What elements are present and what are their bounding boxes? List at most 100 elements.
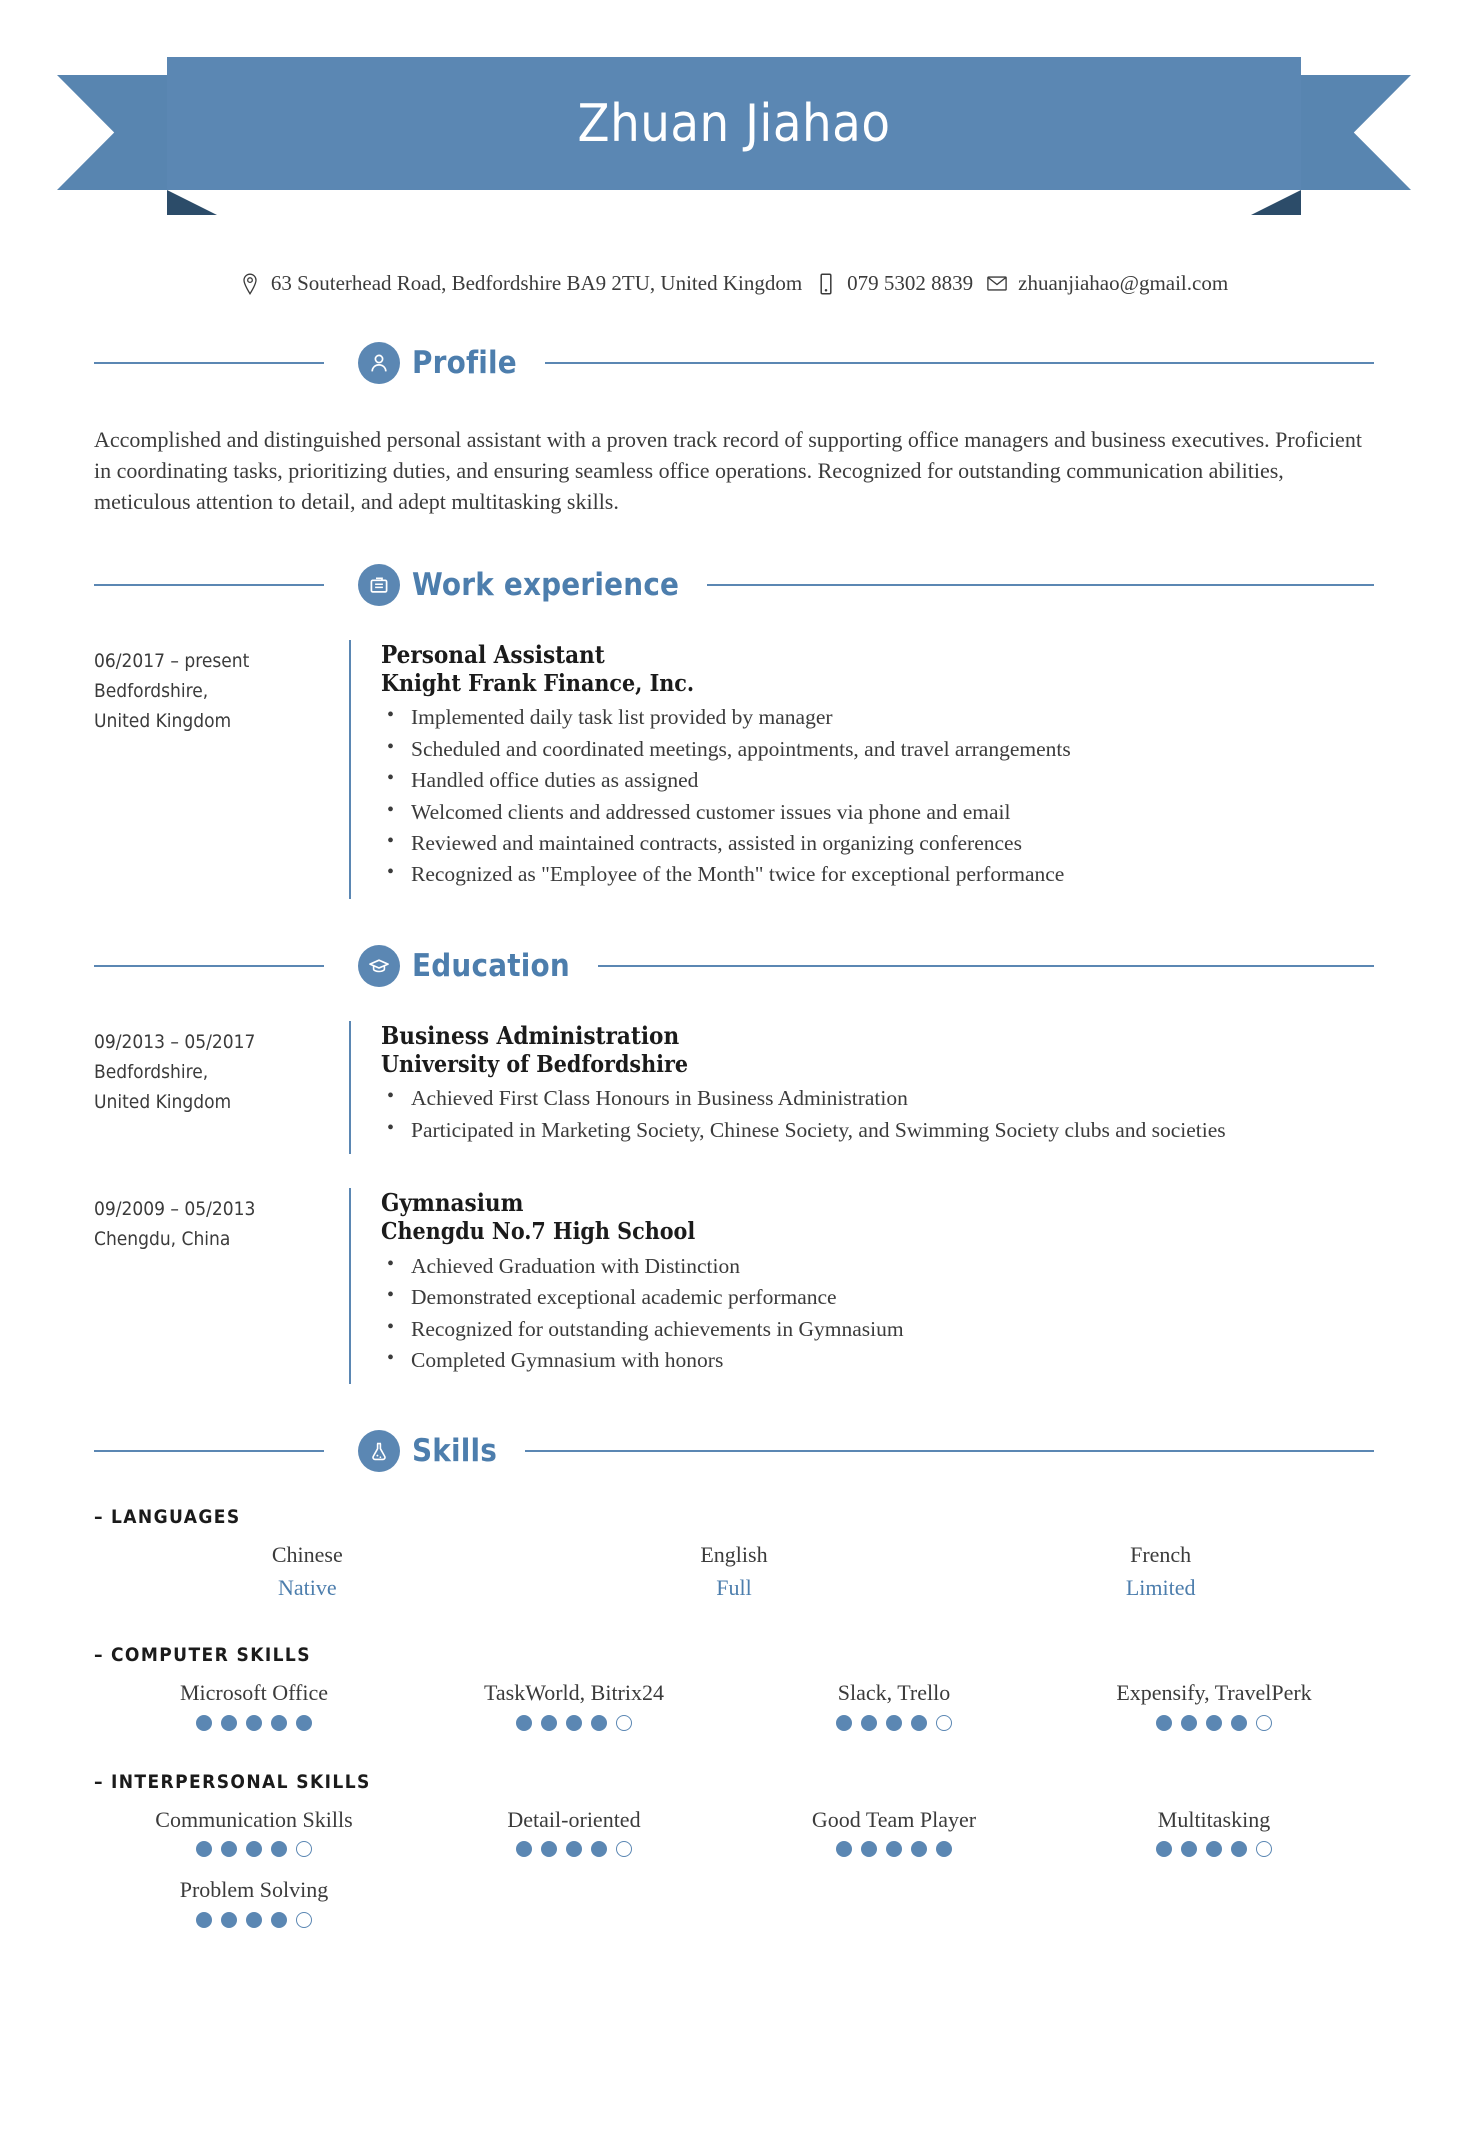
section-title-work-experience: Work experience [412, 566, 680, 603]
rating-dot-filled [1156, 1841, 1172, 1858]
rating-dot-filled [1181, 1841, 1197, 1858]
dash-glyph: – [94, 1770, 104, 1793]
education-entry-bullets: Achieved Graduation with Distinction Dem… [381, 1250, 1374, 1377]
interpersonal-skill-name: Problem Solving [179, 1877, 329, 1903]
work-entry-role: Personal Assistant [381, 639, 605, 669]
rating-dot-filled [196, 1841, 212, 1858]
rating-dot-filled [516, 1841, 532, 1858]
bullet-item: Scheduled and coordinated meetings, appo… [381, 733, 1374, 765]
location-pin-icon [240, 272, 260, 296]
bullet-item: Achieved Graduation with Distinction [381, 1250, 1374, 1282]
rating-dot-filled [196, 1714, 212, 1731]
work-entry-bullets: Implemented daily task list provided by … [381, 701, 1374, 890]
skills-subheading-interpersonal-skills: – INTERPERSONAL SKILLS [94, 1771, 1374, 1793]
skills-subheading-label: INTERPERSONAL SKILLS [110, 1770, 371, 1793]
education-entry: 09/2013 – 05/2017 Bedfordshire, United K… [94, 1020, 1374, 1155]
rating-dot-filled [836, 1841, 852, 1858]
computer-skill-name: TaskWorld, Bitrix24 [483, 1680, 664, 1706]
rating-dot-empty [1256, 1714, 1272, 1731]
bullet-item: Achieved First Class Honours in Business… [381, 1082, 1374, 1114]
briefcase-icon [358, 563, 400, 606]
section-header-profile: Profile [94, 342, 1374, 384]
rating-dot-filled [886, 1841, 902, 1858]
rating-dot-filled [1231, 1841, 1247, 1858]
bullet-item: Recognized for outstanding achievements … [381, 1313, 1374, 1345]
education-entry-meta: 09/2013 – 05/2017 Bedfordshire, United K… [94, 1021, 349, 1155]
rating-dots [1060, 1841, 1368, 1858]
rating-dot-filled [591, 1841, 607, 1858]
ribbon-tail-right [1301, 75, 1411, 190]
computer-skill-item: Slack, Trello [734, 1674, 1054, 1745]
envelope-icon [987, 272, 1007, 296]
rating-dot-filled [1206, 1841, 1222, 1858]
bullet-item: Handled office duties as assigned [381, 764, 1374, 796]
person-icon [358, 342, 400, 384]
rating-dots [740, 1841, 1048, 1858]
contact-address: 63 Souterhead Road, Bedfordshire BA9 2TU… [240, 271, 802, 296]
section-rule-left [94, 964, 324, 967]
education-entry: 09/2009 – 05/2013 Chengdu, China Gymnasi… [94, 1188, 1374, 1385]
bullet-item: Welcomed clients and addressed customer … [381, 796, 1374, 828]
section-rule-right [525, 1450, 1374, 1453]
header-ribbon: Zhuan Jiahao [0, 57, 1468, 257]
education-entry-body: Business Administration University of Be… [349, 1020, 1374, 1155]
interpersonal-skill-item: Detail-oriented [414, 1801, 734, 1872]
interpersonal-skill-item: Problem Solving [94, 1871, 414, 1942]
rating-dot-filled [836, 1714, 852, 1731]
bullet-item: Reviewed and maintained contracts, assis… [381, 827, 1374, 859]
language-item: French Limited [947, 1536, 1374, 1618]
address-text: 63 Souterhead Road, Bedfordshire BA9 2TU… [270, 271, 803, 295]
skills-subheading-computer-skills: – COMPUTER SKILLS [94, 1644, 1374, 1666]
skills-subheading-languages: – LANGUAGES [94, 1506, 1374, 1528]
skills-section: – LANGUAGES Chinese Native English Full F… [94, 1506, 1374, 1942]
rating-dot-filled [886, 1714, 902, 1731]
language-level: Limited [1125, 1575, 1196, 1601]
education-entry-location-line2: United Kingdom [94, 1090, 232, 1113]
education-entry-location-line1: Chengdu, China [94, 1228, 231, 1251]
ribbon-tail-left [57, 75, 167, 190]
computer-skill-item: Microsoft Office [94, 1674, 414, 1745]
education-entry-meta: 09/2009 – 05/2013 Chengdu, China [94, 1188, 349, 1384]
section-header-education: Education [94, 944, 1374, 987]
education-section: 09/2013 – 05/2017 Bedfordshire, United K… [94, 1020, 1374, 1385]
rating-dot-filled [861, 1714, 877, 1731]
language-level: Full [716, 1575, 752, 1601]
skills-subheading-label: COMPUTER SKILLS [110, 1644, 311, 1667]
bullet-item: Implemented daily task list provided by … [381, 701, 1374, 733]
rating-dot-filled [221, 1714, 237, 1731]
rating-dot-empty [1256, 1841, 1272, 1858]
profile-section: Accomplished and distinguished personal … [94, 424, 1374, 518]
profile-text: Accomplished and distinguished personal … [94, 427, 1362, 515]
interpersonal-skill-name: Detail-oriented [507, 1806, 641, 1832]
rating-dot-filled [221, 1841, 237, 1858]
ribbon-banner: Zhuan Jiahao [167, 57, 1301, 190]
rating-dot-filled [541, 1841, 557, 1858]
work-entry-body: Personal Assistant Knight Frank Finance,… [349, 639, 1374, 899]
language-name: Chinese [271, 1542, 343, 1568]
interpersonal-skill-item: Multitasking [1054, 1801, 1374, 1872]
section-header-work-experience: Work experience [94, 563, 1374, 606]
section-title-education: Education [412, 947, 570, 984]
rating-dots [100, 1841, 408, 1858]
rating-dot-filled [1231, 1714, 1247, 1731]
languages-grid: Chinese Native English Full French Limit… [94, 1536, 1374, 1618]
work-entry-location-line2: United Kingdom [94, 709, 232, 732]
language-item: English Full [521, 1536, 948, 1618]
education-entry-degree: Business Administration [381, 1020, 680, 1050]
education-entry-dates: 09/2009 – 05/2013 [94, 1198, 256, 1221]
rating-dot-empty [936, 1714, 952, 1731]
rating-dots [100, 1912, 408, 1929]
rating-dot-filled [911, 1714, 927, 1731]
rating-dot-filled [936, 1841, 952, 1858]
rating-dot-empty [616, 1714, 632, 1731]
section-title-skills: Skills [412, 1433, 498, 1470]
section-title-profile: Profile [412, 345, 517, 381]
section-rule-left [94, 362, 324, 364]
rating-dot-filled [566, 1714, 582, 1731]
rating-dot-filled [271, 1912, 287, 1929]
rating-dot-filled [911, 1841, 927, 1858]
rating-dot-empty [616, 1841, 632, 1858]
language-item: Chinese Native [94, 1536, 521, 1618]
graduation-cap-icon [358, 944, 400, 987]
rating-dots [740, 1714, 1048, 1731]
